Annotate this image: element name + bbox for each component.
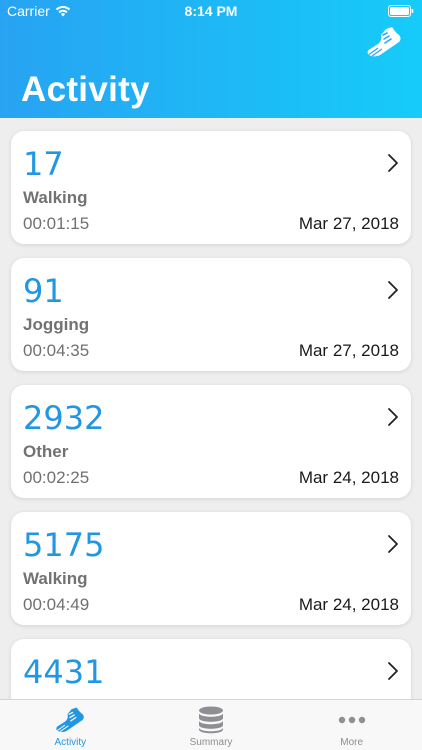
activity-card[interactable]: 2932 Other 00:02:25 Mar 24, 2018 [11,385,411,498]
activity-card[interactable]: 91 Jogging 00:04:35 Mar 27, 2018 [11,258,411,371]
status-time: 8:14 PM [184,3,238,19]
tab-label: Activity [54,737,87,748]
activity-type: Other [23,442,69,461]
activity-card[interactable]: 17 Walking 00:01:15 Mar 27, 2018 [11,131,411,244]
database-icon [199,706,223,734]
more-icon [338,716,365,724]
chevron-right-icon [388,281,398,299]
activity-type: Walking [23,569,88,588]
tab-bar: Activity Summary More [0,699,422,750]
activity-date: Mar 27, 2018 [298,214,399,233]
activity-card[interactable]: 5175 Walking 00:04:49 Mar 24, 2018 [11,512,411,625]
shoe-button[interactable] [366,26,402,58]
shoe-icon [367,27,401,57]
tab-label: More [340,737,364,748]
activity-date: Mar 27, 2018 [298,341,399,360]
step-count: 2932 [23,399,105,437]
activity-type: Walking [23,188,88,207]
activity-card[interactable]: 4431 Running [11,639,411,699]
step-count: 4431 [23,653,105,691]
tab-summary[interactable]: Summary [141,700,282,750]
tab-more[interactable]: More [281,700,422,750]
tab-label: Summary [189,737,233,748]
step-count: 91 [23,272,64,310]
step-count: 17 [23,145,64,183]
tab-activity[interactable]: Activity [0,700,141,750]
battery-icon [388,4,414,20]
activity-date: Mar 24, 2018 [298,595,399,614]
activity-duration: 00:04:35 [23,341,90,360]
chevron-right-icon [388,535,398,553]
activity-list[interactable]: 17 Walking 00:01:15 Mar 27, 2018 91 Jogg… [0,118,422,699]
activity-type: Jogging [23,315,90,334]
activity-duration: 00:04:49 [23,595,90,614]
status-bar: Carrier 8:14 PM [0,0,422,22]
chevron-right-icon [388,662,398,680]
header: Carrier 8:14 PM Activity [0,0,422,118]
shoe-icon [56,707,85,733]
activity-duration: 00:01:15 [23,214,90,233]
page-title: Activity [21,70,150,109]
chevron-right-icon [388,408,398,426]
activity-date: Mar 24, 2018 [298,468,399,487]
step-count: 5175 [23,526,105,564]
activity-duration: 00:02:25 [23,468,90,487]
chevron-right-icon [388,154,398,172]
